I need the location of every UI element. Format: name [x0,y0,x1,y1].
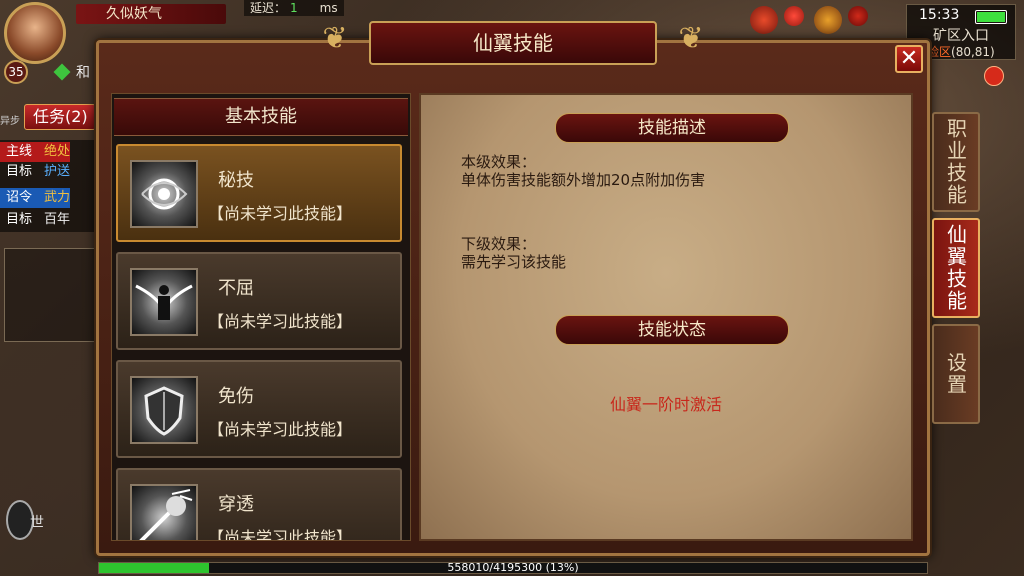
player-level-badge: 35 [4,60,28,84]
tab-settings[interactable]: 设置 [932,324,980,424]
quest-tag: 主线 [6,144,33,159]
map-coord-prefix: 险区 [927,45,952,59]
skill-list[interactable]: 基本技能 秘技 【尚未学习此技能】 不屈 【尚未学习此技能】 免伤 【尚未学习此… [111,93,411,541]
battery-fill [977,12,1005,22]
dialog-title: 仙翼技能 [369,21,657,65]
next-level-effect: 需先学习该技能 [461,253,567,271]
status-text: 和 [76,65,90,81]
event-icon[interactable] [848,6,868,26]
close-button[interactable]: ✕ [895,45,923,73]
skill-status: 【尚未学习此技能】 [208,528,353,541]
skill-list-header: 基本技能 [114,98,408,136]
gift-icon[interactable] [750,6,778,34]
task-button[interactable]: 任务(2) [24,104,96,130]
shield-icon [130,376,198,444]
skill-description-header: 技能描述 [555,113,789,143]
quest-text: 护送 [44,164,71,179]
quest-tag: 诏令 [6,190,33,205]
winged-figure-icon [130,268,198,336]
skill-status: 【尚未学习此技能】 [208,420,353,439]
latency-unit: ms [319,1,338,15]
voice-channel-label: 世 [30,515,44,531]
tab-class-skills[interactable]: 职业技能 [932,112,980,212]
piercing-fist-icon [130,484,198,540]
notification-dot-icon[interactable] [784,6,804,26]
latency-label: 延迟： [250,1,287,15]
quest-row[interactable]: 诏令 武力 [0,188,71,208]
quest-row[interactable]: 目标 护送 [0,162,70,182]
quest-tag: 目标 [6,164,33,179]
quest-row[interactable]: 主线 绝处 [0,142,71,162]
minimap-frame[interactable] [4,248,100,342]
player-avatar[interactable] [4,2,66,64]
current-level-effect: 单体伤害技能额外增加20点附加伤害 [461,171,706,189]
treasure-icon[interactable] [814,6,842,34]
skill-detail-panel: 技能描述 本级效果： 单体伤害技能额外增加20点附加伤害 下级效果： 需先学习该… [419,93,913,541]
skill-name: 穿透 [218,494,254,515]
quest-row[interactable]: 目标 百年 [0,210,70,230]
player-name: 久似妖气 [76,4,226,24]
experience-text: 558010/4195300 (13%) [447,561,579,574]
quest-text: 武力 [44,190,71,205]
map-name: 矿区入口 [933,28,989,44]
skill-name: 秘技 [218,170,254,191]
quest-text: 绝处 [44,144,71,159]
activation-condition: 仙翼一阶时激活 [609,395,722,414]
skill-item-chuantou[interactable]: 穿透 【尚未学习此技能】 [116,468,402,541]
skill-dialog: ❦ 仙翼技能 ❦ ✕ 基本技能 秘技 【尚未学习此技能】 不屈 【尚未学习此技能… [96,21,930,556]
clock: 15:33 [919,7,960,23]
skill-item-miji[interactable]: 秘技 【尚未学习此技能】 [116,144,402,242]
skill-item-mianshang[interactable]: 免伤 【尚未学习此技能】 [116,360,402,458]
latency-readout: 延迟： 1 ms [244,0,344,16]
battery-icon [975,10,1007,24]
notification-dot-icon[interactable] [984,66,1004,86]
quest-panel[interactable]: 主线 绝处 目标 护送 诏令 武力 目标 百年 [0,140,96,232]
latency-value: 1 [290,1,298,15]
skill-status: 【尚未学习此技能】 [208,312,353,331]
quest-tag: 目标 [6,212,33,227]
map-coordinates: 险区(80,81) [927,43,995,60]
quest-text: 百年 [44,212,71,227]
experience-bar: 558010/4195300 (13%) [98,561,928,574]
skill-status: 【尚未学习此技能】 [208,204,353,223]
dragon-ornament-icon: ❦ [678,21,704,56]
map-coord-value: (80,81) [951,45,995,59]
skill-name: 免伤 [218,386,254,407]
dragon-ornament-icon: ❦ [322,21,348,56]
skill-status-header: 技能状态 [555,315,789,345]
side-label: 异步 [0,116,20,127]
skill-name: 不屈 [218,278,254,299]
tab-wing-skills[interactable]: 仙翼技能 [932,218,980,318]
skill-item-buqu[interactable]: 不屈 【尚未学习此技能】 [116,252,402,350]
swirl-icon [130,160,198,228]
